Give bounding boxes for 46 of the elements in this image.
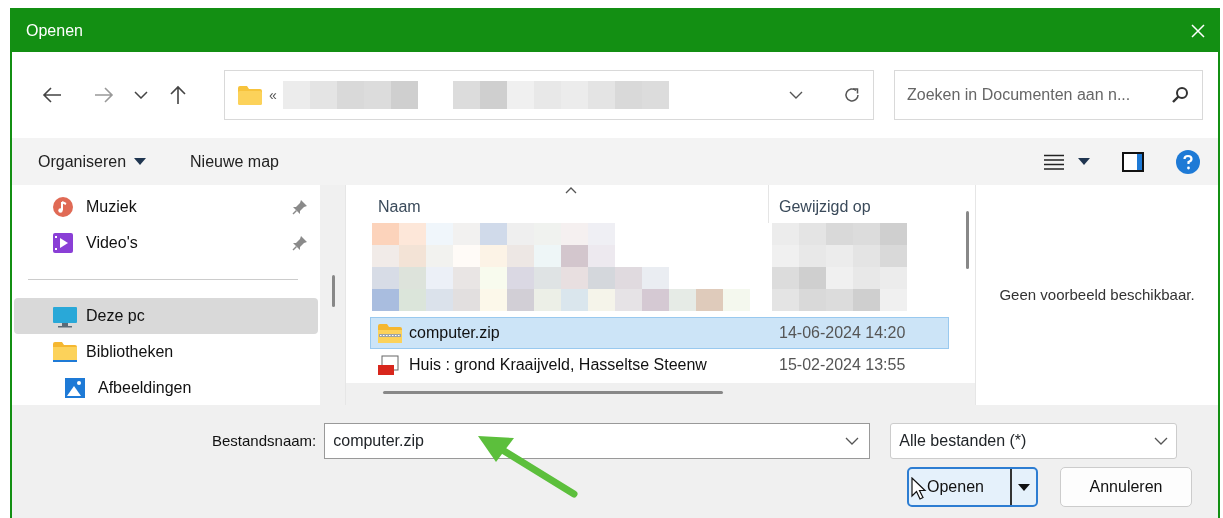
- search-field[interactable]: Zoeken in Documenten aan n...: [894, 70, 1203, 120]
- cancel-button[interactable]: Annuleren: [1060, 467, 1192, 507]
- close-icon: [1190, 23, 1206, 39]
- caret-down-icon: [134, 158, 147, 165]
- filename-label: Bestandsnaam:: [212, 430, 317, 451]
- chevron-down-icon: [845, 437, 860, 445]
- file-row[interactable]: computer.zip 14-06-2024 14:20: [370, 317, 949, 349]
- chevron-down-icon: [1154, 437, 1169, 445]
- preview-pane-icon: [1122, 151, 1144, 172]
- sidebar-item[interactable]: Video's: [14, 225, 318, 261]
- new-folder-button[interactable]: Nieuwe map: [190, 145, 279, 178]
- forward-arrow-icon: [94, 86, 114, 104]
- open-button[interactable]: Openen: [907, 467, 1038, 507]
- refresh-icon: [843, 86, 861, 104]
- filename-field[interactable]: computer.zip: [324, 423, 871, 459]
- column-header[interactable]: Naam: [370, 195, 768, 223]
- help-icon: [1176, 149, 1200, 174]
- list-view-icon: [1044, 153, 1064, 170]
- back-arrow-icon: [42, 86, 62, 104]
- chevron-down-icon: [134, 91, 148, 99]
- monitor-icon: [52, 304, 78, 328]
- file-date: 15-02-2024 13:55: [778, 355, 906, 375]
- file-type-dropdown[interactable]: Alle bestanden (*): [890, 423, 1178, 459]
- caret-down-icon: [1018, 483, 1030, 491]
- sidebar-item[interactable]: Afbeeldingen: [14, 370, 318, 406]
- window-title: Openen: [26, 21, 83, 41]
- mouse-pointer-icon: [911, 477, 927, 501]
- file-row[interactable]: Huis : grond Kraaijveld, Hasseltse Steenw 15-02-2024 13:55: [370, 349, 949, 381]
- preview-message: Geen voorbeeld beschikbaar.: [999, 284, 1195, 305]
- address-bar[interactable]: «: [224, 70, 874, 120]
- zip-folder-icon: [377, 322, 403, 344]
- caret-down-icon: [1078, 158, 1090, 165]
- address-text: «: [269, 85, 277, 105]
- folder-icon: [237, 85, 263, 105]
- up-arrow-icon: [169, 85, 187, 105]
- folder-icon: [52, 340, 78, 364]
- file-date: 14-06-2024 14:20: [778, 323, 906, 343]
- sidebar-item[interactable]: Bibliotheken: [14, 334, 318, 370]
- organize-button[interactable]: Organiseren: [38, 145, 147, 178]
- file-name: Huis : grond Kraaijveld, Hasseltse Steenw: [409, 355, 707, 375]
- close-button[interactable]: [1190, 23, 1206, 39]
- file-name: computer.zip: [409, 323, 500, 343]
- search-icon: [1171, 86, 1189, 104]
- sidebar-item[interactable]: Muziek: [14, 189, 318, 225]
- sidebar-item[interactable]: Deze pc: [14, 298, 318, 334]
- chevron-down-icon: [789, 91, 803, 99]
